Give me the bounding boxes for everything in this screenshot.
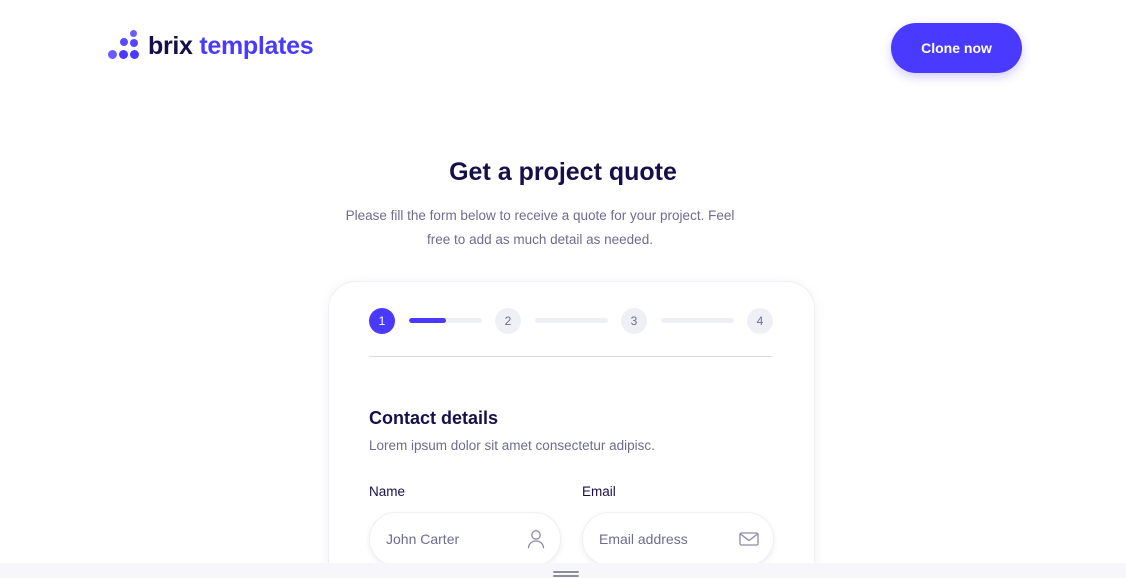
step-3-indicator[interactable]: 3 <box>621 308 647 334</box>
brix-templates-logo[interactable]: brix templates <box>108 30 314 62</box>
page-title: Get a project quote <box>449 158 677 186</box>
email-input[interactable] <box>599 531 739 547</box>
drag-handle-icon[interactable] <box>553 571 579 577</box>
quote-form-card: 1 2 3 4 Contact details Lorem ipsum dolo… <box>328 281 815 578</box>
logo-wordmark: brix templates <box>148 30 314 62</box>
user-icon <box>526 529 546 549</box>
name-input[interactable] <box>386 531 526 547</box>
step-3-progress-track <box>661 318 734 323</box>
logo-word-templates: templates <box>199 32 314 60</box>
stepper-divider <box>369 356 773 357</box>
step-4-indicator[interactable]: 4 <box>747 308 773 334</box>
page-subtitle: Please fill the form below to receive a … <box>345 208 735 247</box>
logo-word-brix: brix <box>148 32 193 60</box>
step-2-progress-track <box>535 318 608 323</box>
step-2-indicator[interactable]: 2 <box>495 308 521 334</box>
mail-icon <box>739 529 759 549</box>
email-field-wrapper <box>582 512 774 566</box>
step-1-progress-fill <box>409 318 446 323</box>
section-title: Contact details <box>369 408 499 428</box>
email-label: Email <box>582 484 616 499</box>
step-1-indicator[interactable]: 1 <box>369 308 395 334</box>
brix-dots-logo-icon <box>108 30 140 62</box>
name-label: Name <box>369 484 406 499</box>
step-1-progress-track <box>409 318 482 323</box>
clone-now-button[interactable]: Clone now <box>891 23 1022 73</box>
name-field-wrapper <box>369 512 561 566</box>
section-description: Lorem ipsum dolor sit amet consectetur a… <box>369 438 655 453</box>
quote-page: brix templates Clone now Get a project q… <box>0 0 1126 578</box>
